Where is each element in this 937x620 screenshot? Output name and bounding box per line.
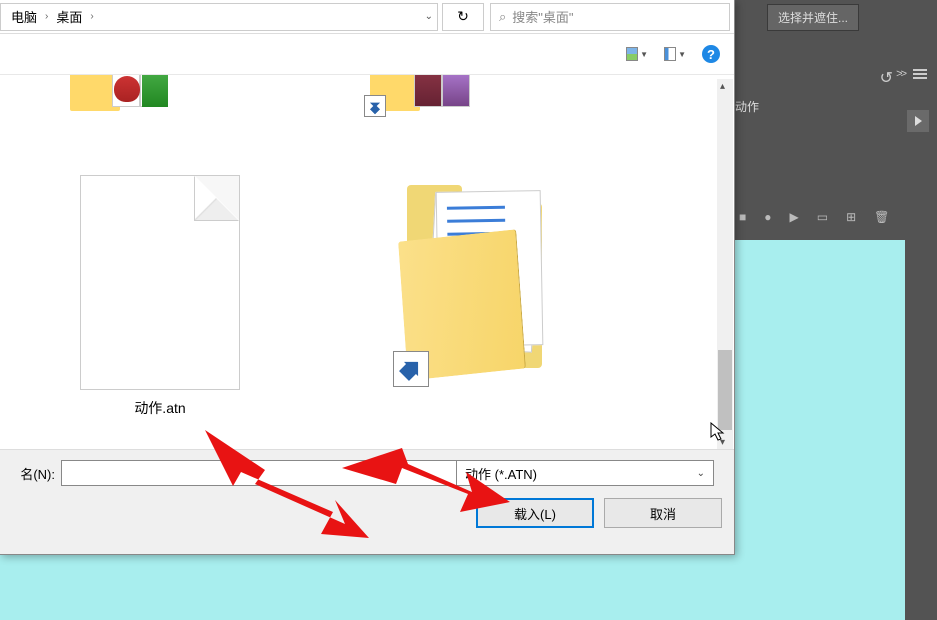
refresh-button[interactable]: ↻ (442, 3, 484, 31)
shortcut-overlay-icon (393, 351, 429, 387)
refresh-icon: ↻ (457, 8, 469, 25)
file-open-dialog: 电脑 › 桌面 › ⌄ ↻ ⌕ 搜索"桌面" ▼ ▼ ? (0, 0, 735, 555)
select-and-mask-button[interactable]: 选择并遮住... (767, 4, 859, 31)
mouse-cursor-icon (710, 422, 726, 447)
collapse-chevrons-icon[interactable]: >> (896, 68, 905, 80)
dialog-bottom-panel: 名(N): 动作 (*.ATN) ⌄ 载入(L) 取消 (0, 449, 734, 554)
shortcut-overlay-icon (364, 95, 386, 117)
filetype-select[interactable]: 动作 (*.ATN) ⌄ (456, 460, 714, 486)
actions-panel-label: 动作 (735, 98, 759, 115)
new-action-icon[interactable]: ⊞ (846, 210, 856, 224)
photoshop-panel: 选择并遮住... >> ↺ 动作 ■ ● ▶ ▭ ⊞ 🗑 (732, 0, 937, 240)
stop-icon[interactable]: ■ (739, 210, 746, 224)
play-action-button[interactable] (907, 110, 929, 132)
generic-file-icon (80, 175, 240, 390)
breadcrumb-separator-icon[interactable]: › (86, 11, 97, 22)
search-placeholder: 搜索"桌面" (512, 7, 573, 26)
filename-input[interactable] (61, 460, 461, 486)
history-icon[interactable]: ↺ (880, 70, 893, 87)
dropdown-caret-icon: ⌄ (697, 468, 705, 479)
folder-shortcut-item[interactable] (360, 75, 460, 115)
cancel-button[interactable]: 取消 (604, 498, 722, 528)
filetype-value: 动作 (*.ATN) (465, 464, 537, 483)
folder-shortcut-item-large[interactable] (390, 175, 570, 385)
breadcrumb-item-desktop[interactable]: 桌面 (52, 7, 86, 26)
breadcrumb-item-computer[interactable]: 电脑 (7, 7, 41, 26)
view-options-button[interactable]: ▼ (664, 45, 686, 63)
breadcrumb-dropdown-icon[interactable]: ⌄ (425, 11, 433, 22)
file-list-area[interactable]: 动作.atn ▴ ▾ (0, 74, 734, 454)
panel-menu-icon[interactable] (913, 69, 927, 79)
search-input[interactable]: ⌕ 搜索"桌面" (490, 3, 730, 31)
file-item-atn[interactable]: 动作.atn (70, 175, 250, 418)
help-button[interactable]: ? (702, 45, 720, 63)
scrollbar-thumb[interactable] (718, 350, 732, 430)
trash-icon[interactable]: 🗑 (874, 210, 889, 224)
vertical-scrollbar[interactable]: ▴ ▾ (717, 79, 733, 450)
filename-label: 名(N): (10, 464, 55, 483)
folder-item[interactable] (60, 75, 160, 115)
record-icon[interactable]: ● (764, 210, 771, 224)
play-icon[interactable]: ▶ (790, 210, 799, 224)
folder-icon[interactable]: ▭ (817, 210, 828, 224)
scroll-up-icon[interactable]: ▴ (720, 81, 725, 92)
breadcrumb-separator-icon[interactable]: › (41, 11, 52, 22)
search-icon: ⌕ (499, 9, 506, 25)
load-button[interactable]: 载入(L) (476, 498, 594, 528)
breadcrumb[interactable]: 电脑 › 桌面 › ⌄ (0, 3, 438, 31)
file-label: 动作.atn (134, 398, 185, 418)
folder-icon (403, 175, 558, 385)
preview-pane-button[interactable]: ▼ (626, 45, 648, 63)
